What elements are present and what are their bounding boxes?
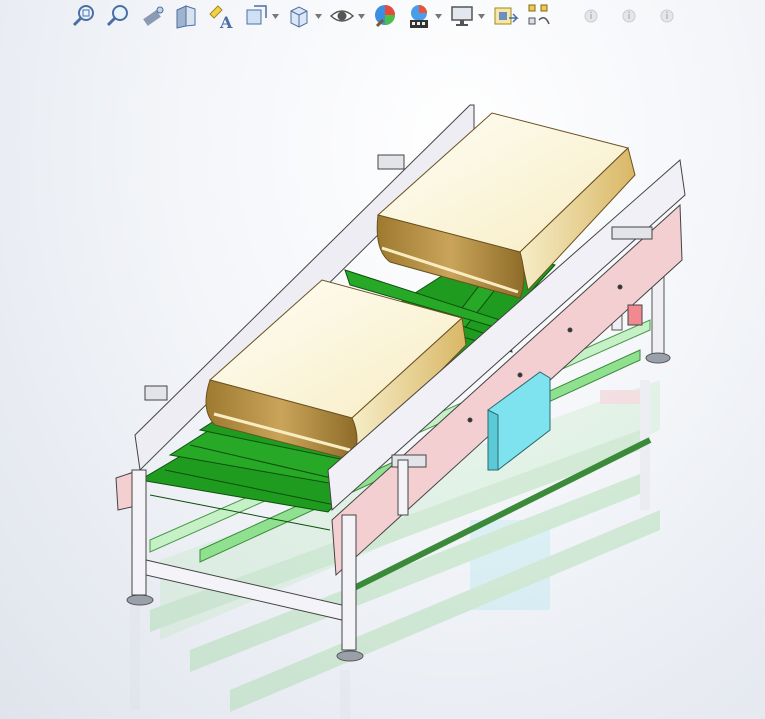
graphics-viewport[interactable] (0, 32, 765, 719)
zoom-to-fit-icon (70, 2, 98, 30)
zoom-to-fit-button[interactable] (70, 2, 98, 30)
view-settings-icon (448, 2, 476, 30)
hide-show-items-button[interactable] (328, 2, 365, 30)
chevron-down-icon[interactable] (434, 2, 442, 30)
info-button[interactable] (581, 2, 601, 30)
view-orientation-button[interactable] (242, 2, 279, 30)
assembly-tools-icon (525, 2, 553, 30)
info-icon (619, 6, 639, 26)
section-view-icon (172, 2, 200, 30)
assembly-tools-button[interactable] (525, 2, 553, 30)
dynamic-annotation-views-icon: A (206, 2, 236, 30)
hide-show-items-icon (328, 2, 356, 30)
previous-view-button[interactable] (138, 2, 166, 30)
rendering-button[interactable] (491, 2, 519, 30)
apply-scene-icon (405, 2, 433, 30)
view-orientation-icon (242, 2, 270, 30)
chevron-down-icon[interactable] (477, 2, 485, 30)
view-settings-button[interactable] (448, 2, 485, 30)
info-icon (581, 6, 601, 26)
view-toolbar: A (0, 0, 765, 32)
info-button[interactable] (657, 2, 677, 30)
apply-scene-button[interactable] (405, 2, 442, 30)
zoom-to-area-icon (104, 2, 132, 30)
chevron-down-icon[interactable] (357, 2, 365, 30)
dynamic-annotation-button[interactable]: A (206, 2, 236, 30)
chevron-down-icon[interactable] (271, 2, 279, 30)
section-view-button[interactable] (172, 2, 200, 30)
rendering-icon (491, 2, 519, 30)
zoom-to-area-button[interactable] (104, 2, 132, 30)
display-style-button[interactable] (285, 2, 322, 30)
display-style-icon (285, 2, 313, 30)
previous-view-icon (138, 2, 166, 30)
info-icon (657, 6, 677, 26)
conveyor-model[interactable] (0, 32, 765, 719)
edit-appearance-icon (371, 2, 399, 30)
svg-text:A: A (219, 13, 233, 30)
chevron-down-icon[interactable] (314, 2, 322, 30)
info-button[interactable] (619, 2, 639, 30)
edit-appearance-button[interactable] (371, 2, 399, 30)
